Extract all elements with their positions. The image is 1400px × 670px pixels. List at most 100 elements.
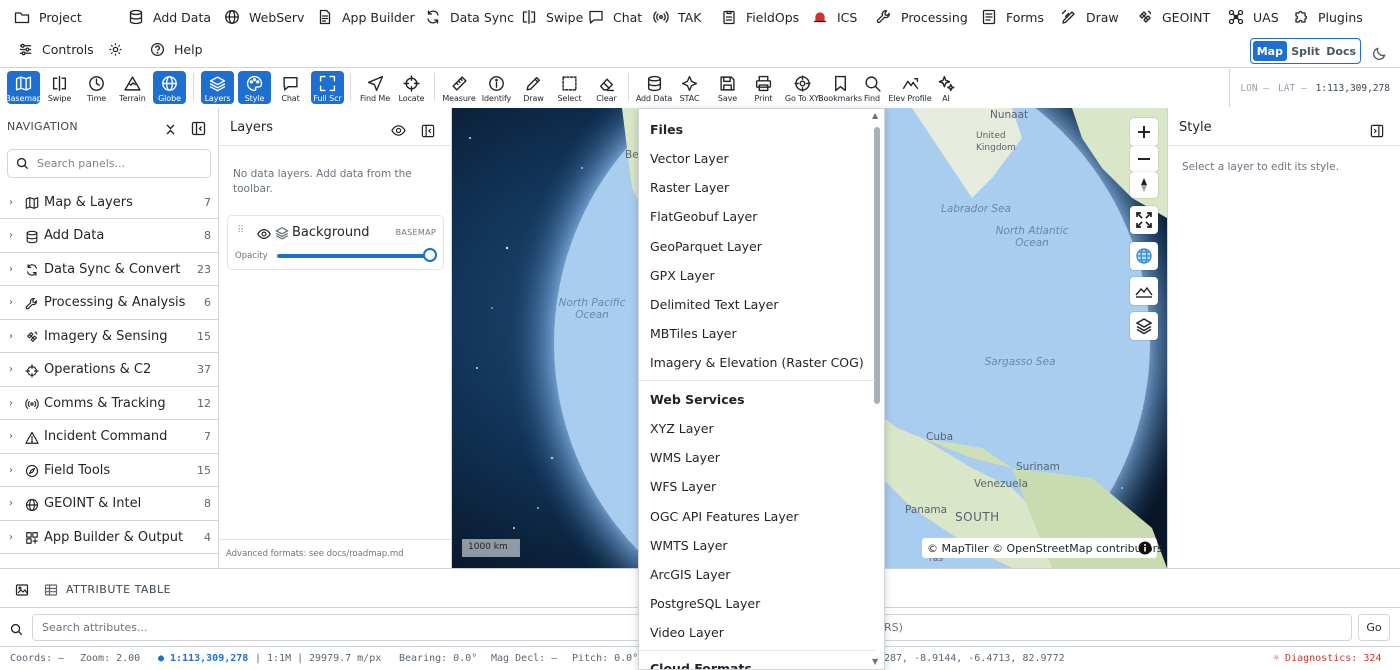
- toolbar-globe-button[interactable]: Globe: [153, 71, 186, 104]
- toolbar-terrain-button[interactable]: Terrain: [116, 71, 149, 104]
- terrain-toggle-button[interactable]: [1130, 277, 1158, 305]
- theme-toggle-button[interactable]: [1372, 42, 1388, 60]
- zoom-in-button[interactable]: [1130, 118, 1158, 146]
- toolbar-basemap-button[interactable]: Basemap: [5, 71, 42, 104]
- menu-app-builder[interactable]: App Builder: [313, 0, 427, 34]
- settings-button[interactable]: [108, 42, 123, 57]
- nav-item-imagery-sensing[interactable]: › Imagery & Sensing 15: [0, 320, 218, 353]
- toolbar-time-button[interactable]: Time: [80, 71, 113, 104]
- toolbar-find-me-button[interactable]: Find Me: [357, 71, 393, 104]
- add-data-option[interactable]: ArcGIS Layer: [650, 567, 730, 582]
- toolbar-print-button[interactable]: Print: [747, 71, 780, 104]
- nav-item-comms-tracking[interactable]: › Comms & Tracking 12: [0, 387, 218, 420]
- menu-ics[interactable]: ICS: [808, 0, 869, 34]
- menu-chat[interactable]: Chat: [584, 0, 654, 34]
- nav-item-incident-command[interactable]: › Incident Command 7: [0, 421, 218, 454]
- eye-icon[interactable]: [257, 226, 271, 240]
- toolbar-elev-profile-button[interactable]: Elev Profile: [888, 71, 932, 104]
- zoom-out-button[interactable]: [1130, 146, 1158, 172]
- add-data-option[interactable]: WFS Layer: [650, 479, 716, 494]
- nav-item-processing-analysis[interactable]: › Processing & Analysis 6: [0, 287, 218, 320]
- panel-search-input[interactable]: [37, 157, 197, 170]
- view-docs-button[interactable]: Docs: [1324, 41, 1358, 61]
- add-data-option[interactable]: XYZ Layer: [650, 421, 714, 436]
- toolbar-stac-button[interactable]: STAC: [673, 71, 706, 104]
- chevron-right-icon: ›: [9, 263, 13, 275]
- add-data-option[interactable]: Vector Layer: [650, 151, 729, 166]
- add-data-option[interactable]: Video Layer: [650, 625, 724, 640]
- toolbar-clear-button[interactable]: Clear: [590, 71, 623, 104]
- view-map-button[interactable]: Map: [1253, 41, 1287, 61]
- toolbar-chat-button[interactable]: Chat: [274, 71, 307, 104]
- add-data-option[interactable]: OGC API Features Layer: [650, 509, 799, 524]
- toolbar-select-button[interactable]: Select: [553, 71, 586, 104]
- toolbar-find-button[interactable]: Find: [857, 71, 887, 104]
- collapse-layers-button[interactable]: [421, 120, 435, 137]
- toolbar-full-scr-button[interactable]: Full Scr: [311, 71, 344, 104]
- layer-switcher-button[interactable]: [1130, 312, 1158, 340]
- help-menu[interactable]: Help: [150, 42, 203, 57]
- toolbar-style-button[interactable]: Style: [238, 71, 271, 104]
- toolbar-draw-button[interactable]: Draw: [517, 71, 550, 104]
- opacity-slider-track[interactable]: [277, 254, 429, 258]
- toggle-all-visibility-button[interactable]: [391, 120, 406, 136]
- toolbar-ai-button[interactable]: AI: [934, 71, 958, 104]
- add-data-option[interactable]: GPX Layer: [650, 268, 715, 283]
- toolbar-swipe-button[interactable]: Swipe: [43, 71, 76, 104]
- fullscreen-map-button[interactable]: [1130, 206, 1158, 234]
- add-data-option[interactable]: PostgreSQL Layer: [650, 596, 760, 611]
- add-data-option[interactable]: Imagery & Elevation (Raster COG): [650, 355, 864, 370]
- controls-menu[interactable]: Controls: [18, 42, 94, 57]
- drag-handle-icon[interactable]: ⠿: [237, 225, 244, 236]
- menu-forms[interactable]: Forms: [977, 0, 1056, 34]
- nav-item-geoint-intel[interactable]: › GEOINT & Intel 8: [0, 488, 218, 521]
- toolbar-save-button[interactable]: Save: [711, 71, 744, 104]
- add-data-option[interactable]: Delimited Text Layer: [650, 297, 779, 312]
- menu-add-data[interactable]: Add Data: [124, 0, 223, 34]
- nav-item-app-builder-output[interactable]: › App Builder & Output 4: [0, 521, 218, 554]
- scroll-down-arrow[interactable]: ▼: [872, 657, 878, 666]
- image-icon[interactable]: [15, 582, 29, 596]
- nav-item-add-data[interactable]: › Add Data 8: [0, 220, 218, 253]
- go-button[interactable]: Go: [1358, 614, 1390, 641]
- add-data-option[interactable]: WMTS Layer: [650, 538, 728, 553]
- scroll-up-arrow[interactable]: ▲: [872, 111, 878, 120]
- nav-item-field-tools[interactable]: › Field Tools 15: [0, 454, 218, 487]
- globe-toggle-button[interactable]: [1130, 242, 1158, 270]
- menu-webserv[interactable]: WebServ: [220, 0, 316, 34]
- add-data-option[interactable]: Raster Layer: [650, 180, 729, 195]
- toolbar-locate-button[interactable]: Locate: [395, 71, 428, 104]
- nav-item-map-layers[interactable]: › Map & Layers 7: [0, 186, 218, 219]
- diagnostics-indicator[interactable]: ☼ Diagnostics: 324: [1273, 653, 1381, 664]
- menu-geoint[interactable]: GEOINT: [1133, 0, 1222, 34]
- info-icon[interactable]: [1138, 541, 1152, 555]
- view-split-button[interactable]: Split: [1289, 41, 1323, 61]
- toolbar-layers-button[interactable]: Layers: [201, 71, 234, 104]
- toolbar-identify-button[interactable]: Identify: [480, 71, 513, 104]
- menu-plugins[interactable]: Plugins: [1289, 0, 1375, 34]
- background-layer-card[interactable]: ⠿ Background BASEMAP Opacity: [227, 215, 444, 270]
- nav-item-data-sync-convert[interactable]: › Data Sync & Convert 23: [0, 253, 218, 286]
- close-navigation-button[interactable]: [164, 119, 177, 135]
- add-data-option[interactable]: GeoParquet Layer: [650, 239, 762, 254]
- toolbar-bookmarks-button[interactable]: Bookmarks: [818, 71, 862, 104]
- menu-draw[interactable]: Draw: [1057, 0, 1131, 34]
- add-data-option[interactable]: WMS Layer: [650, 450, 720, 465]
- dropdown-scrollbar[interactable]: [874, 127, 880, 404]
- collapse-style-button[interactable]: [1370, 120, 1384, 137]
- toolbar-add-data-button[interactable]: Add Data: [635, 71, 673, 104]
- toolbar-measure-button[interactable]: Measure: [441, 71, 477, 104]
- add-data-option[interactable]: FlatGeobuf Layer: [650, 209, 757, 224]
- menu-fieldops[interactable]: FieldOps: [717, 0, 811, 34]
- toolbar-go-to-xy-button[interactable]: Go To XY: [783, 71, 821, 104]
- nav-item-operations-c2[interactable]: › Operations & C2 37: [0, 354, 218, 387]
- menu-project[interactable]: Project: [10, 0, 94, 34]
- opacity-slider-handle[interactable]: [423, 248, 437, 262]
- collapse-navigation-button[interactable]: [191, 118, 206, 136]
- menu-data-sync[interactable]: Data Sync: [421, 0, 526, 34]
- menu-tak[interactable]: TAK: [649, 0, 713, 34]
- add-data-option[interactable]: MBTiles Layer: [650, 326, 737, 341]
- menu-processing[interactable]: Processing: [872, 0, 980, 34]
- reset-north-button[interactable]: [1130, 172, 1158, 198]
- menu-uas[interactable]: UAS: [1224, 0, 1291, 34]
